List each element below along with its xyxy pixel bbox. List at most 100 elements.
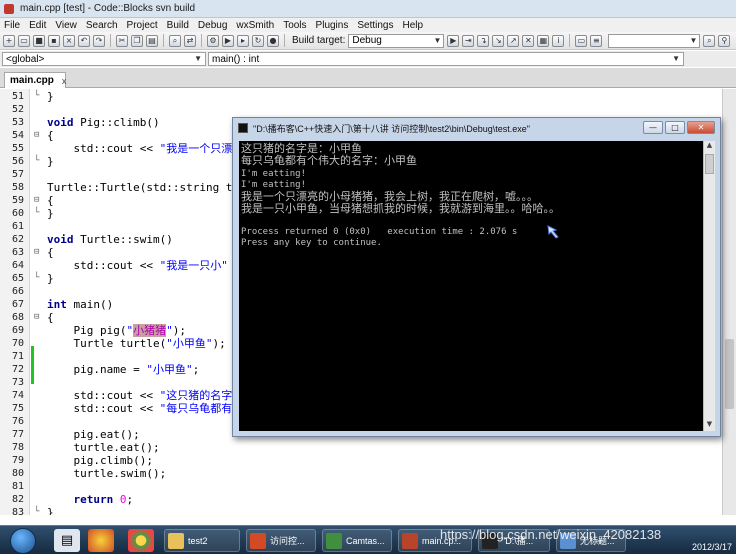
fold-marker[interactable] [34,181,43,194]
search-options-icon[interactable]: ⚲ [718,34,731,47]
maximize-button[interactable]: □ [665,121,685,134]
fold-marker[interactable] [34,168,43,181]
debug-windows-icon[interactable]: ▦ [537,34,550,47]
fold-marker[interactable] [34,233,43,246]
minimize-button[interactable]: — [643,121,663,134]
fold-marker[interactable] [34,389,43,402]
code-line[interactable]: 51 └} [0,90,722,103]
fold-marker[interactable] [34,350,43,363]
menu-edit[interactable]: Edit [29,20,46,31]
menu-plugins[interactable]: Plugins [316,20,349,31]
fold-marker[interactable] [34,363,43,376]
fold-marker[interactable] [34,402,43,415]
new-file-icon[interactable]: + [3,34,15,47]
build-target-select[interactable]: Debug ▼ [348,33,445,48]
code-line[interactable]: 83 └} [0,506,722,515]
fold-marker[interactable] [34,142,43,155]
fold-marker[interactable]: └ [34,506,43,515]
editor-vertical-scrollbar[interactable] [722,89,736,515]
console-scrollbar-thumb[interactable] [705,154,714,174]
console-scrollbar[interactable]: ▲ ▼ [703,141,715,431]
close-icon[interactable]: x [62,76,67,86]
fold-marker[interactable]: ⊟ [34,246,43,259]
build-run-icon[interactable]: ▸ [237,34,249,47]
scope-select[interactable]: <global> ▼ [2,52,206,66]
close-button[interactable]: ✕ [687,121,715,134]
redo-icon[interactable]: ↷ [93,34,105,47]
chrome-icon[interactable] [128,529,154,552]
paste-icon[interactable]: ▤ [146,34,158,47]
fold-marker[interactable]: ⊟ [34,129,43,142]
scroll-down-icon[interactable]: ▼ [704,420,715,431]
run-icon[interactable]: ▶ [222,34,234,47]
fold-marker[interactable] [34,259,43,272]
debug-info-icon[interactable]: i [552,34,565,47]
scrollbar-thumb[interactable] [725,339,734,409]
close-file-icon[interactable]: × [63,34,75,47]
taskbar-task[interactable]: Camtas... [322,529,392,552]
fold-marker[interactable] [34,480,43,493]
fold-marker[interactable]: ⊟ [34,311,43,324]
fold-marker[interactable] [34,220,43,233]
console-window[interactable]: "D:\播布客\C++快速入门\第十八讲 访问控制\test2\bin\Debu… [232,117,721,437]
fold-marker[interactable]: └ [34,207,43,220]
scroll-up-icon[interactable]: ▲ [704,141,715,152]
fold-marker[interactable]: └ [34,272,43,285]
run-to-cursor-icon[interactable]: ⇥ [462,34,475,47]
fold-marker[interactable]: ⊟ [34,194,43,207]
fold-marker[interactable] [34,337,43,350]
start-button[interactable] [10,528,36,554]
explorer-icon[interactable]: ▤ [54,529,80,552]
rebuild-icon[interactable]: ↻ [252,34,264,47]
fold-marker[interactable]: └ [34,90,43,103]
stop-debugger-icon[interactable]: ✕ [522,34,535,47]
menu-settings[interactable]: Settings [357,20,393,31]
media-player-icon[interactable] [88,529,114,552]
fold-marker[interactable] [34,493,43,506]
tab-main-cpp[interactable]: main.cpp x [4,72,66,88]
menu-view[interactable]: View [55,20,77,31]
menu-project[interactable]: Project [127,20,158,31]
toolbar-search-select[interactable]: ▼ [608,33,701,48]
find-icon[interactable]: ⌕ [169,34,181,47]
fold-marker[interactable] [34,324,43,337]
undo-icon[interactable]: ↶ [78,34,90,47]
menu-help[interactable]: Help [403,20,424,31]
menu-file[interactable]: File [4,20,20,31]
step-out-icon[interactable]: ↗ [507,34,520,47]
menu-debug[interactable]: Debug [198,20,227,31]
taskbar-task[interactable]: test2 [164,529,240,552]
fold-marker[interactable] [34,116,43,129]
fold-marker[interactable] [34,285,43,298]
abort-icon[interactable]: ● [267,34,279,47]
code-line[interactable]: 81 [0,480,722,493]
build-gear-icon[interactable]: ⚙ [207,34,219,47]
window-layout-icon[interactable]: ▭ [575,34,588,47]
next-line-icon[interactable]: ↴ [477,34,490,47]
fold-marker[interactable] [34,415,43,428]
zoom-search-icon[interactable]: ⌕ [703,34,716,47]
fold-marker[interactable] [34,428,43,441]
menu-search[interactable]: Search [86,20,118,31]
code-line[interactable]: 82 return 0; [0,493,722,506]
fold-marker[interactable] [34,467,43,480]
fold-marker[interactable] [34,103,43,116]
fold-marker[interactable] [34,298,43,311]
copy-icon[interactable]: ❐ [131,34,143,47]
open-folder-icon[interactable]: ▭ [18,34,30,47]
code-line[interactable]: 79 pig.climb(); [0,454,722,467]
fold-marker[interactable] [34,454,43,467]
fold-marker[interactable] [34,441,43,454]
code-line[interactable]: 78 turtle.eat(); [0,441,722,454]
save-icon[interactable]: ■ [33,34,45,47]
fold-marker[interactable]: └ [34,155,43,168]
replace-icon[interactable]: ⇄ [184,34,196,47]
menu-build[interactable]: Build [167,20,189,31]
code-line[interactable]: 52 [0,103,722,116]
step-into-icon[interactable]: ↘ [492,34,505,47]
menu-tools[interactable]: Tools [283,20,306,31]
save-all-icon[interactable]: ▪ [48,34,60,47]
fold-marker[interactable] [34,376,43,389]
debug-start-icon[interactable]: ▶ [447,34,460,47]
taskbar-task[interactable]: 访问控... [246,529,316,552]
